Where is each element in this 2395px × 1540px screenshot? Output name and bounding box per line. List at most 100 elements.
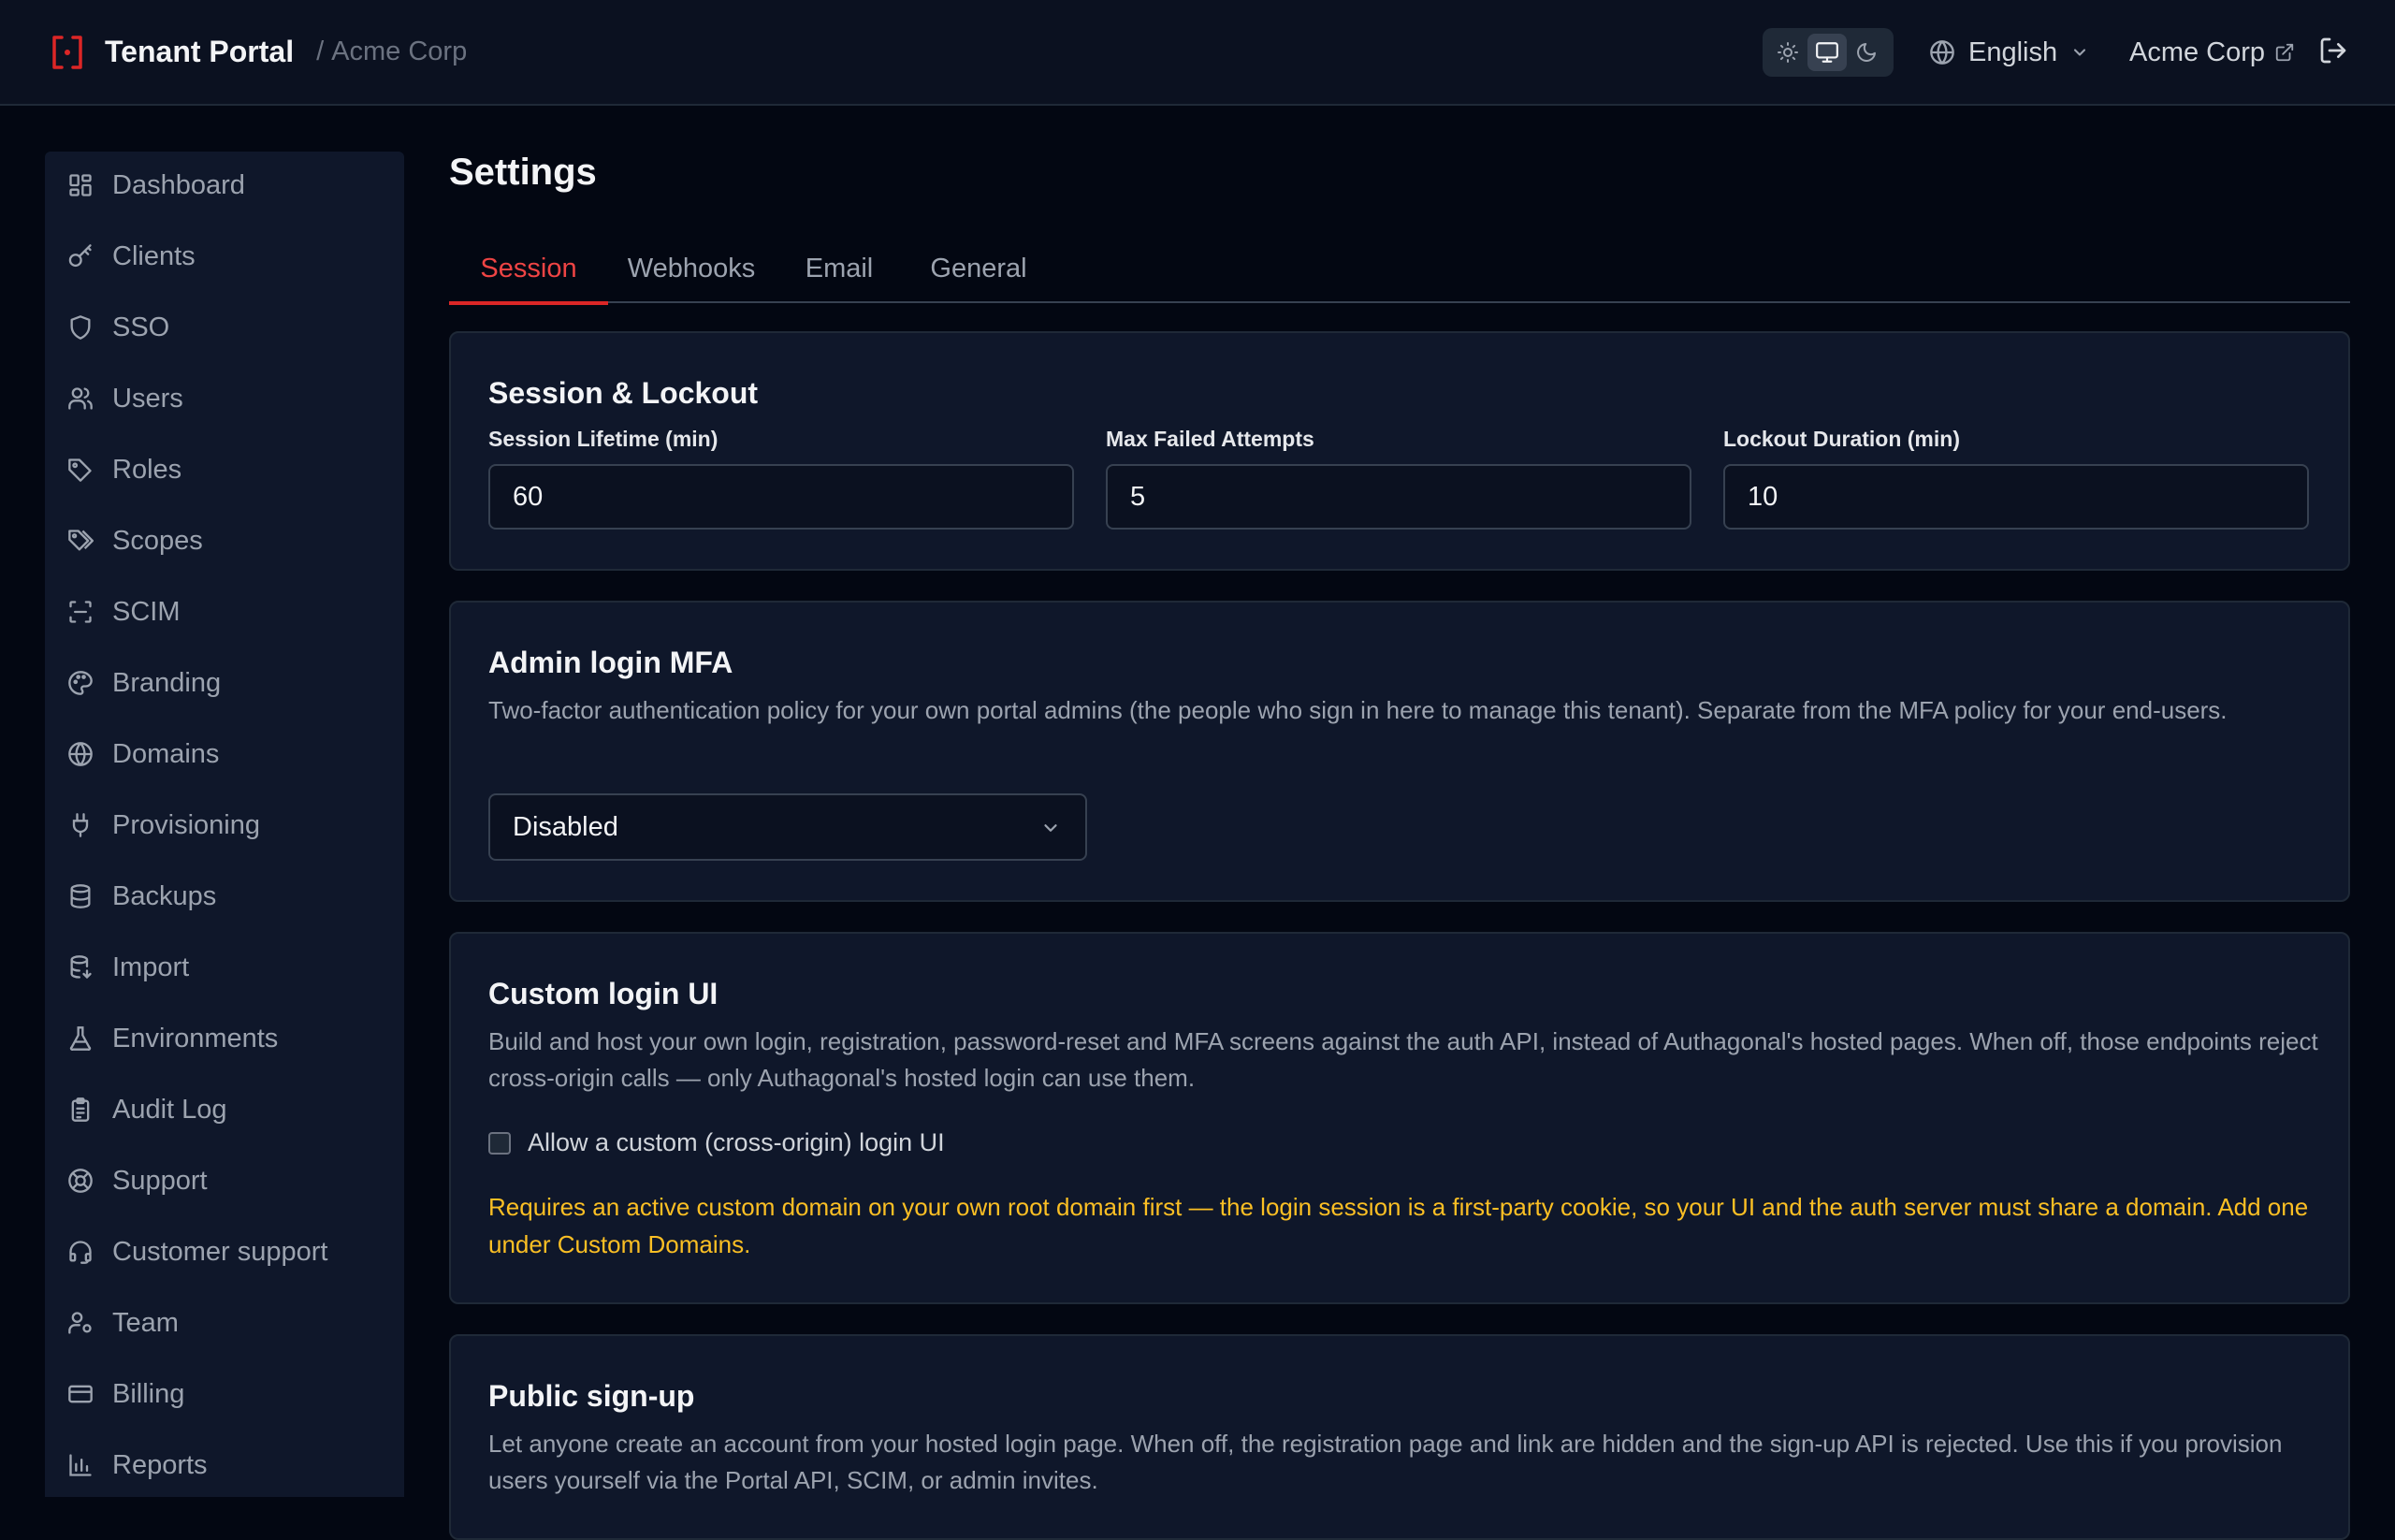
public-signup-card: Public sign-up Let anyone create an acco… <box>449 1334 2350 1540</box>
moon-icon <box>1855 41 1878 64</box>
sidebar-item-label: Backups <box>112 880 217 911</box>
custom-domain-warning: Requires an active custom domain on your… <box>488 1193 2309 1258</box>
lockout-duration-input[interactable] <box>1723 464 2309 530</box>
tag-icon <box>67 457 94 483</box>
chevron-down-icon <box>1040 818 1061 838</box>
theme-light-button[interactable] <box>1768 34 1807 71</box>
sidebar-item-scim[interactable]: SCIM <box>45 586 404 638</box>
sidebar-item-environments[interactable]: Environments <box>45 1012 404 1065</box>
sidebar-item-sso[interactable]: SSO <box>45 301 404 354</box>
sidebar-item-scopes[interactable]: Scopes <box>45 515 404 567</box>
headset-icon <box>67 1239 94 1265</box>
sidebar-item-domains[interactable]: Domains <box>45 728 404 780</box>
card-title: Session & Lockout <box>488 376 759 410</box>
sidebar-item-label: Scopes <box>112 525 203 556</box>
theme-dark-button[interactable] <box>1847 34 1886 71</box>
sidebar-item-support[interactable]: Support <box>45 1155 404 1207</box>
sidebar-item-label: Team <box>112 1307 179 1338</box>
sidebar-item-reports[interactable]: Reports <box>45 1439 404 1491</box>
flask-icon <box>67 1025 94 1052</box>
lifebuoy-icon <box>67 1168 94 1194</box>
brand[interactable]: Tenant Portal / Acme Corp <box>51 34 467 71</box>
sidebar-item-label: Users <box>112 383 183 414</box>
sidebar-item-dashboard[interactable]: Dashboard <box>45 159 404 211</box>
bar-chart-icon <box>67 1452 94 1478</box>
sidebar-item-label: Customer support <box>112 1236 328 1267</box>
custom-login-card: Custom login UI Build and host your own … <box>449 932 2350 1304</box>
checkbox-label: Allow a custom (cross-origin) login UI <box>528 1128 945 1156</box>
page-title: Settings <box>449 152 597 193</box>
theme-switcher <box>1763 28 1894 77</box>
sun-icon <box>1777 41 1799 64</box>
palette-icon <box>67 670 94 696</box>
mfa-policy-select[interactable]: Disabled <box>488 793 1087 861</box>
tab-session[interactable]: Session <box>449 234 608 305</box>
sidebar-item-branding[interactable]: Branding <box>45 657 404 709</box>
language-label: English <box>1968 36 2058 67</box>
user-cog-icon <box>67 1310 94 1336</box>
app-title: Tenant Portal <box>105 35 295 68</box>
sidebar-item-label: Branding <box>112 667 222 698</box>
sidebar: Dashboard Clients SSO Users Roles Scopes <box>45 152 404 1497</box>
plug-icon <box>67 812 94 838</box>
tab-webhooks[interactable]: Webhooks <box>608 234 775 303</box>
logout-button[interactable] <box>2318 36 2348 65</box>
sidebar-item-label: Audit Log <box>112 1094 227 1125</box>
sidebar-item-customer-support[interactable]: Customer support <box>45 1226 404 1278</box>
chevron-down-icon <box>2070 43 2089 62</box>
lockout-duration-label: Lockout Duration (min) <box>1723 427 1960 451</box>
language-selector[interactable]: English <box>1929 34 2089 71</box>
brackets-logo-icon <box>51 34 84 71</box>
sidebar-item-label: Dashboard <box>112 169 245 200</box>
session-lifetime-input[interactable] <box>488 464 1074 530</box>
sidebar-item-label: Environments <box>112 1023 279 1053</box>
scan-icon <box>67 599 94 625</box>
settings-tabs: Session Webhooks Email General <box>449 234 2350 305</box>
session-lockout-card: Session & Lockout Session Lifetime (min)… <box>449 331 2350 571</box>
card-title: Public sign-up <box>488 1379 695 1413</box>
sidebar-item-label: Import <box>112 952 190 982</box>
globe-icon <box>67 741 94 767</box>
sidebar-item-label: Billing <box>112 1378 185 1409</box>
sidebar-item-users[interactable]: Users <box>45 372 404 425</box>
key-icon <box>67 243 94 269</box>
sidebar-item-label: Reports <box>112 1449 208 1480</box>
theme-system-button[interactable] <box>1807 34 1847 71</box>
tab-email[interactable]: Email <box>775 234 904 303</box>
clipboard-icon <box>67 1097 94 1123</box>
tags-icon <box>67 528 94 554</box>
custom-login-checkbox[interactable] <box>488 1131 511 1155</box>
sidebar-item-billing[interactable]: Billing <box>45 1368 404 1420</box>
mfa-policy-value: Disabled <box>513 811 618 842</box>
sidebar-item-provisioning[interactable]: Provisioning <box>45 799 404 851</box>
tenant-name: Acme Corp <box>331 36 468 66</box>
admin-mfa-card: Admin login MFA Two-factor authenticatio… <box>449 601 2350 902</box>
sidebar-item-label: Support <box>112 1165 208 1196</box>
sidebar-item-backups[interactable]: Backups <box>45 870 404 923</box>
tenant-link-label: Acme Corp <box>2129 36 2266 67</box>
sidebar-item-label: Clients <box>112 240 196 271</box>
sidebar-item-label: Roles <box>112 454 182 485</box>
tenant-external-link[interactable]: Acme Corp <box>2129 34 2295 71</box>
credit-card-icon <box>67 1381 94 1407</box>
top-bar: Tenant Portal / Acme Corp English Acme C… <box>0 0 2395 106</box>
database-icon <box>67 883 94 909</box>
globe-icon <box>1929 39 1955 65</box>
sidebar-item-clients[interactable]: Clients <box>45 230 404 283</box>
card-description: Two-factor authentication policy for you… <box>488 696 2228 724</box>
external-link-icon <box>2274 42 2295 63</box>
sidebar-item-roles[interactable]: Roles <box>45 443 404 496</box>
max-failed-attempts-label: Max Failed Attempts <box>1106 427 1314 451</box>
sidebar-item-label: SSO <box>112 312 170 342</box>
tab-general[interactable]: General <box>904 234 1053 303</box>
sidebar-item-import[interactable]: Import <box>45 941 404 994</box>
max-failed-attempts-input[interactable] <box>1106 464 1691 530</box>
session-lifetime-label: Session Lifetime (min) <box>488 427 718 451</box>
card-description: Let anyone create an account from your h… <box>488 1430 2283 1494</box>
breadcrumb-separator: / <box>316 36 325 66</box>
card-description: Build and host your own login, registrat… <box>488 1027 2318 1092</box>
sidebar-item-team[interactable]: Team <box>45 1297 404 1349</box>
custom-login-checkbox-row[interactable]: Allow a custom (cross-origin) login UI <box>488 1128 945 1157</box>
sidebar-item-audit-log[interactable]: Audit Log <box>45 1083 404 1136</box>
card-title: Admin login MFA <box>488 646 733 679</box>
